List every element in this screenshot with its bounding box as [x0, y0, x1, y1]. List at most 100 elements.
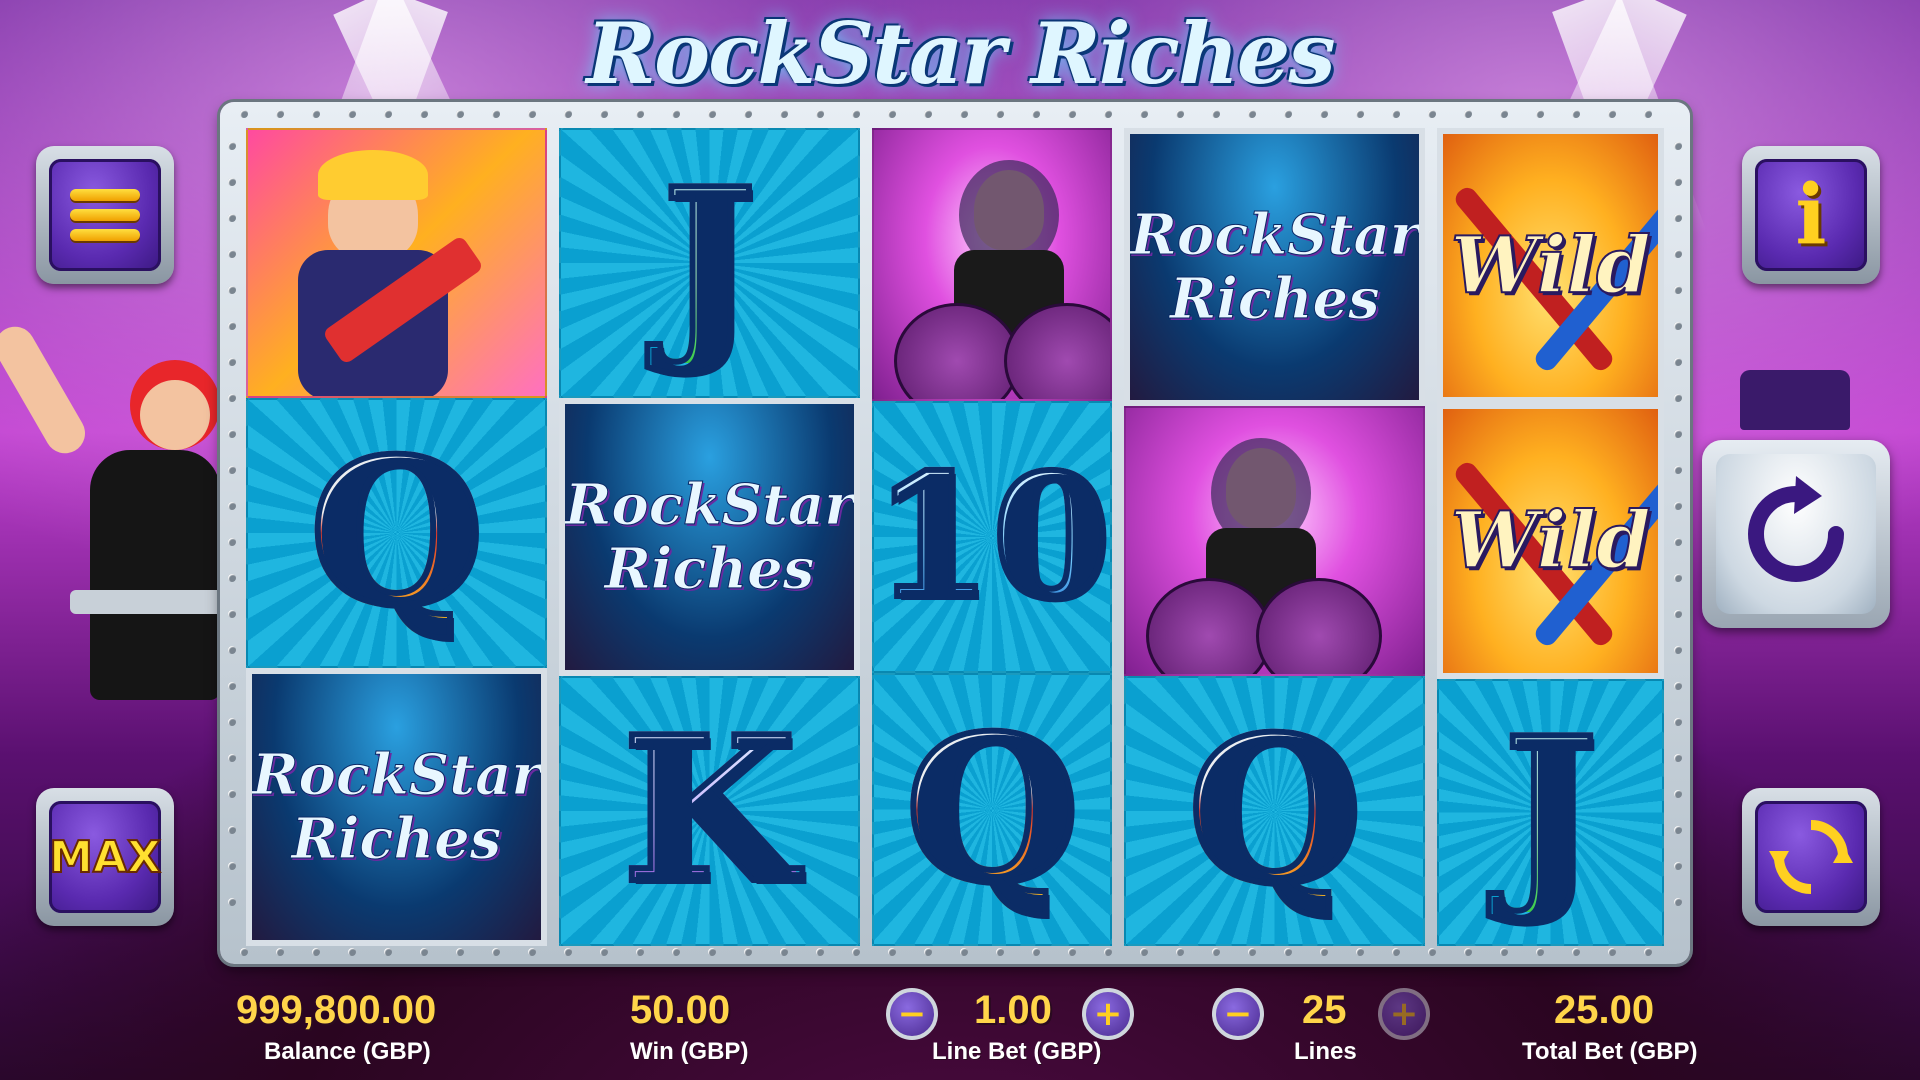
frame-rivet [672, 110, 680, 118]
symbol-q: Q [871, 673, 1113, 947]
reel-1: Q RockStar Riches [246, 128, 547, 946]
frame-rivet [1608, 948, 1616, 956]
frame-rivet [780, 948, 788, 956]
lines-decrease-button[interactable]: − [1212, 988, 1264, 1040]
frame-rivet [228, 322, 236, 330]
frame-rivet [228, 142, 236, 150]
frame-rivet [228, 826, 236, 834]
frame-rivet [924, 948, 932, 956]
frame-rivet [1674, 610, 1682, 618]
lines-label: Lines [1294, 1038, 1357, 1065]
symbol-wild: Wild [1437, 403, 1664, 679]
info-button[interactable]: i [1742, 146, 1880, 284]
frame-rivet [1176, 110, 1184, 118]
frame-rivet [228, 574, 236, 582]
symbol-drummer [871, 128, 1113, 401]
frame-rivet [1248, 948, 1256, 956]
frame-rivet [1674, 718, 1682, 726]
frame-rivet [600, 110, 608, 118]
frame-rivet [276, 110, 284, 118]
menu-button[interactable] [36, 146, 174, 284]
spin-button[interactable] [1702, 440, 1890, 628]
frame-rivet [228, 718, 236, 726]
frame-rivet [1500, 948, 1508, 956]
lines-value: 25 [1302, 988, 1347, 1032]
line-bet-increase-button[interactable]: + [1082, 988, 1134, 1040]
frame-rivet [816, 948, 824, 956]
symbol-ten: 10 [871, 400, 1113, 674]
line-bet-decrease-button[interactable]: − [886, 988, 938, 1040]
frame-rivet [1674, 682, 1682, 690]
balance-label: Balance (GBP) [264, 1038, 431, 1065]
frame-rivet [384, 948, 392, 956]
reel-3: 10 Q [871, 128, 1113, 947]
symbol-rockstar-riches-logo: RockStar Riches [558, 398, 860, 676]
frame-rivet [492, 110, 500, 118]
frame-rivet [228, 646, 236, 654]
frame-rivet [348, 110, 356, 118]
frame-rivet [276, 948, 284, 956]
frame-rivet [1608, 110, 1616, 118]
frame-rivet [1674, 322, 1682, 330]
frame-rivet [228, 790, 236, 798]
letter-k: K [619, 693, 799, 928]
win-label: Win (GBP) [630, 1038, 749, 1065]
frame-rivet [1674, 502, 1682, 510]
frame-rivet [564, 110, 572, 118]
symbol-k: K [558, 676, 860, 946]
frame-rivet [420, 948, 428, 956]
frame-rivet [1644, 110, 1652, 118]
frame-rivet [1356, 948, 1364, 956]
frame-rivet [1464, 110, 1472, 118]
logo-line-2: Riches [291, 806, 502, 872]
frame-rivet [1212, 110, 1220, 118]
guitarist-hat [1740, 370, 1850, 430]
info-icon: i [1795, 167, 1827, 263]
letter-q: Q [902, 691, 1082, 927]
frame-rivet [1392, 948, 1400, 956]
symbol-q: Q [1124, 676, 1426, 946]
frame-rivet [1104, 110, 1112, 118]
symbol-rockstar-riches-logo: RockStar Riches [1124, 128, 1426, 406]
frame-rivet [228, 358, 236, 366]
logo-line-1: RockStar [564, 471, 854, 538]
frame-rivet [636, 110, 644, 118]
frame-rivet [1674, 898, 1682, 906]
frame-rivet [744, 948, 752, 956]
letter-q: Q [306, 415, 486, 650]
reels-area: Q RockStar Riches J RockStar Riches K 10… [246, 128, 1664, 947]
frame-rivet [1104, 948, 1112, 956]
symbol-drummer [1124, 406, 1426, 676]
line-bet-value: 1.00 [974, 988, 1052, 1032]
max-bet-label: MAX [48, 831, 162, 884]
frame-rivet [564, 948, 572, 956]
frame-rivet [1140, 110, 1148, 118]
frame-rivet [228, 754, 236, 762]
frame-rivet [996, 110, 1004, 118]
frame-rivet [1284, 110, 1292, 118]
frame-rivet [852, 110, 860, 118]
lines-increase-button[interactable]: + [1378, 988, 1430, 1040]
frame-rivet [1674, 466, 1682, 474]
frame-rivet [1068, 948, 1076, 956]
frame-rivet [1284, 948, 1292, 956]
frame-rivet [312, 948, 320, 956]
frame-rivet [852, 948, 860, 956]
frame-rivet [1674, 754, 1682, 762]
frame-rivet [1248, 110, 1256, 118]
symbol-wild: Wild [1437, 128, 1664, 404]
frame-rivet [672, 948, 680, 956]
max-bet-button[interactable]: MAX [36, 788, 174, 926]
symbol-guitarist-rocker [246, 128, 547, 398]
frame-rivet [1536, 110, 1544, 118]
frame-rivet [420, 110, 428, 118]
autoplay-button[interactable] [1742, 788, 1880, 926]
frame-rivet [1674, 178, 1682, 186]
frame-rivet [1674, 430, 1682, 438]
letter-q: Q [1185, 693, 1365, 928]
balance-value: 999,800.00 [236, 988, 437, 1032]
frame-rivet [456, 110, 464, 118]
frame-rivet [1032, 948, 1040, 956]
frame-rivet [228, 430, 236, 438]
frame-rivet [240, 110, 248, 118]
